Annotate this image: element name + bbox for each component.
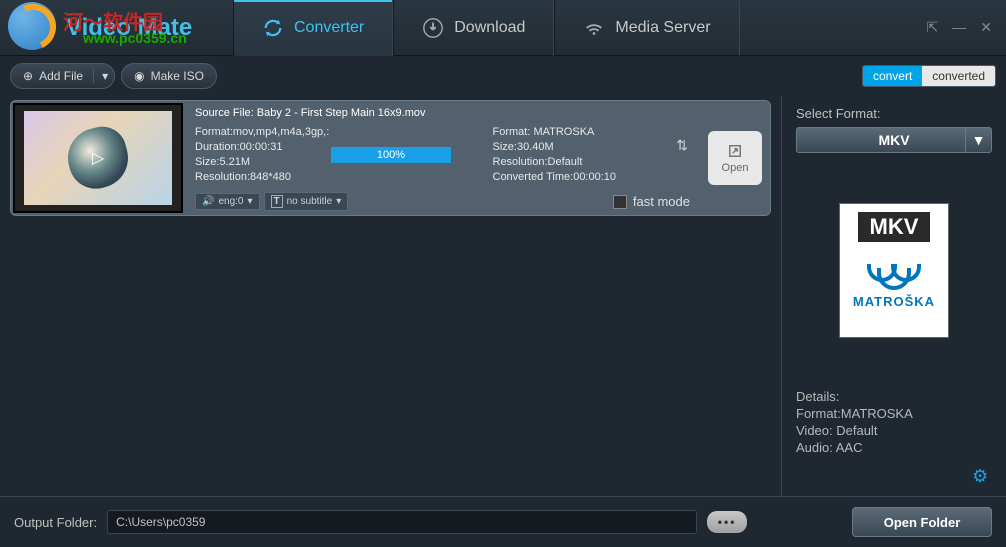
browse-button[interactable]: ••• (707, 511, 747, 533)
tab-media-server[interactable]: Media Server (554, 0, 739, 56)
tab-converter[interactable]: Converter (233, 0, 393, 56)
select-format-label: Select Format: (796, 106, 992, 121)
tab-media-server-label: Media Server (615, 19, 710, 37)
close-icon[interactable]: ✕ (980, 19, 992, 36)
popout-icon[interactable]: ⇱ (927, 19, 939, 36)
add-file-label: Add File (39, 69, 83, 83)
progress-bar: 100% (331, 147, 451, 163)
sort-icon[interactable]: ⇅ (676, 137, 688, 154)
tab-converted[interactable]: converted (922, 66, 995, 86)
open-external-icon (725, 142, 745, 160)
make-iso-button[interactable]: ◉ Make ISO (121, 63, 217, 89)
format-icon-mkv: MKV MATROŠKA (839, 203, 949, 338)
progress-text: 100% (377, 149, 405, 161)
details-video: Video: Default (796, 422, 992, 439)
details-audio: Audio: AAC (796, 439, 992, 456)
watermark-url: www.pc0359.cn (83, 30, 187, 46)
tab-convert[interactable]: convert (863, 66, 922, 86)
source-file-label: Source File: Baby 2 - First Step Main 16… (195, 107, 690, 119)
titlebar: Video Mate 河～软件园 www.pc0359.cn Converter… (0, 0, 1006, 56)
mkv-banner: MKV (858, 212, 931, 242)
subtitle-value: no subtitle (287, 196, 333, 207)
output-size: Size:30.40M (493, 140, 691, 155)
file-item[interactable]: ▷ Source File: Baby 2 - First Step Main … (10, 100, 771, 216)
details-heading: Details: (796, 388, 992, 405)
format-selected-value: MKV (878, 132, 909, 148)
subtitle-select[interactable]: T no subtitle ▾ (264, 192, 349, 211)
fast-mode-checkbox[interactable] (613, 195, 627, 209)
make-iso-label: Make ISO (151, 69, 204, 83)
window-controls: ⇱ — ✕ (927, 19, 1006, 36)
play-icon: ▷ (92, 148, 104, 168)
minimize-icon[interactable]: — (952, 19, 966, 36)
matroska-label: MATROŠKA (853, 294, 935, 309)
format-dropdown[interactable]: MKV ▼ (796, 127, 992, 153)
output-resolution: Resolution:Default (493, 155, 691, 170)
input-format: Format:mov,mp4,m4a,3gp,: (195, 125, 393, 140)
output-converted-time: Converted Time:00:00:10 (493, 170, 691, 185)
open-folder-button[interactable]: Open Folder (852, 507, 992, 537)
add-file-button[interactable]: ⊕ Add File ▾ (10, 63, 115, 89)
output-path-input[interactable] (107, 510, 697, 534)
gear-icon[interactable]: ⚙ (972, 466, 992, 486)
wifi-icon (583, 17, 605, 39)
file-info: Source File: Baby 2 - First Step Main 16… (185, 101, 700, 215)
format-details: Details: Format:MATROSKA Video: Default … (796, 388, 992, 456)
speaker-icon: 🔊 (202, 196, 214, 207)
refresh-icon (262, 17, 284, 39)
disc-icon: ◉ (134, 69, 144, 83)
audio-track-select[interactable]: 🔊 eng:0 ▾ (195, 193, 260, 210)
file-list: ▷ Source File: Baby 2 - First Step Main … (0, 96, 781, 496)
output-folder-label: Output Folder: (14, 515, 97, 530)
audio-lang-value: eng:0 (218, 196, 243, 207)
open-button[interactable]: Open (708, 131, 762, 185)
logo-area: Video Mate 河～软件园 www.pc0359.cn (8, 2, 233, 54)
tab-download-label: Download (454, 19, 525, 37)
convert-status-tabs: convert converted (862, 65, 996, 87)
tab-download[interactable]: Download (393, 0, 554, 56)
input-resolution: Resolution:848*480 (195, 170, 393, 185)
format-panel: Select Format: MKV ▼ MKV MATROŠKA Detail… (781, 96, 1006, 496)
details-format: Format:MATROSKA (796, 405, 992, 422)
toolbar: ⊕ Add File ▾ ◉ Make ISO convert converte… (0, 56, 1006, 96)
chevron-down-icon[interactable]: ▾ (93, 69, 108, 83)
chevron-down-icon: ▾ (336, 196, 341, 207)
chevron-down-icon: ▼ (965, 128, 991, 152)
fast-mode-label: fast mode (633, 194, 690, 209)
tab-converter-label: Converter (294, 19, 364, 37)
output-format: Format: MATROSKA (493, 125, 691, 140)
footer: Output Folder: ••• Open Folder (0, 496, 1006, 547)
plus-icon: ⊕ (23, 69, 33, 83)
download-icon (422, 17, 444, 39)
chevron-down-icon: ▾ (247, 196, 252, 207)
text-icon: T (271, 195, 283, 208)
app-logo-icon (8, 2, 60, 54)
thumbnail[interactable]: ▷ (13, 103, 183, 213)
open-label: Open (722, 162, 749, 174)
